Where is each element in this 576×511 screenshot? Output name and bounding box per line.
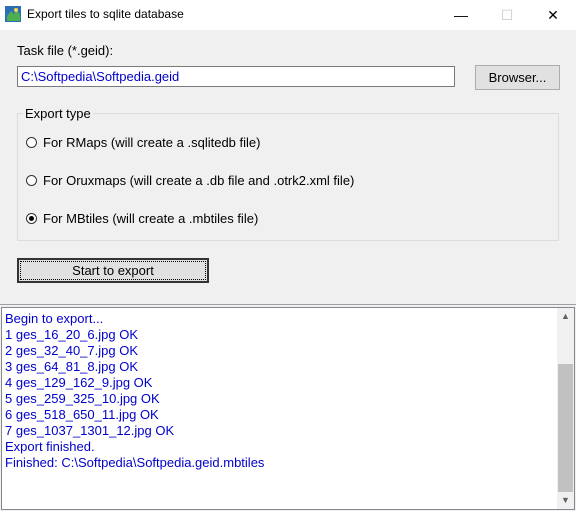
- radio-oruxmaps[interactable]: For Oruxmaps (will create a .db file and…: [26, 172, 354, 188]
- log-line: 3 ges_64_81_8.jpg OK: [5, 359, 138, 374]
- window-title: Export tiles to sqlite database: [27, 7, 184, 21]
- log-line: 2 ges_32_40_7.jpg OK: [5, 343, 138, 358]
- log-output[interactable]: Begin to export... 1 ges_16_20_6.jpg OK 2 …: [1, 307, 575, 510]
- export-type-label: Export type: [23, 106, 93, 121]
- close-icon: ✕: [547, 7, 559, 23]
- log-line: 7 ges_1037_1301_12.jpg OK: [5, 423, 175, 438]
- log-line: Export finished.: [5, 439, 95, 454]
- radio-mbtiles[interactable]: For MBtiles (will create a .mbtiles file…: [26, 210, 258, 226]
- log-scrollbar[interactable]: ▲ ▼: [557, 308, 574, 509]
- scroll-down-icon[interactable]: ▼: [557, 492, 574, 509]
- log-line: Begin to export...: [5, 311, 104, 326]
- log-line: Finished: C:\Softpedia\Softpedia.geid.mb…: [5, 455, 265, 470]
- start-export-button[interactable]: Start to export: [17, 258, 209, 283]
- scroll-thumb[interactable]: [558, 364, 573, 492]
- title-bar: Export tiles to sqlite database — ☐ ✕: [0, 0, 576, 30]
- radio-mbtiles-circle[interactable]: [26, 212, 37, 224]
- task-file-input[interactable]: C:\Softpedia\Softpedia.geid: [17, 66, 455, 87]
- divider: [0, 304, 576, 305]
- radio-oruxmaps-circle[interactable]: [26, 174, 37, 186]
- log-line: 5 ges_259_325_10.jpg OK: [5, 391, 160, 406]
- log-line: 6 ges_518_650_11.jpg OK: [5, 407, 159, 422]
- scroll-up-icon[interactable]: ▲: [557, 308, 574, 325]
- close-button[interactable]: ✕: [530, 0, 576, 30]
- radio-rmaps-label: For RMaps (will create a .sqlitedb file): [43, 134, 261, 150]
- log-line: 1 ges_16_20_6.jpg OK: [5, 327, 138, 342]
- radio-oruxmaps-label: For Oruxmaps (will create a .db file and…: [43, 172, 355, 188]
- log-line: 4 ges_129_162_9.jpg OK: [5, 375, 153, 390]
- globe-app-icon: [5, 6, 21, 22]
- browse-button[interactable]: Browser...: [475, 65, 560, 90]
- task-file-label: Task file (*.geid):: [17, 43, 114, 58]
- maximize-button: ☐: [484, 0, 530, 30]
- log-lines: Begin to export... 1 ges_16_20_6.jpg OK 2 …: [5, 311, 264, 471]
- radio-rmaps[interactable]: For RMaps (will create a .sqlitedb file): [26, 134, 260, 150]
- minimize-icon: —: [454, 7, 468, 23]
- maximize-icon: ☐: [500, 7, 514, 23]
- radio-rmaps-circle[interactable]: [26, 136, 37, 148]
- radio-mbtiles-label: For MBtiles (will create a .mbtiles file…: [43, 210, 259, 226]
- minimize-button[interactable]: —: [438, 0, 484, 30]
